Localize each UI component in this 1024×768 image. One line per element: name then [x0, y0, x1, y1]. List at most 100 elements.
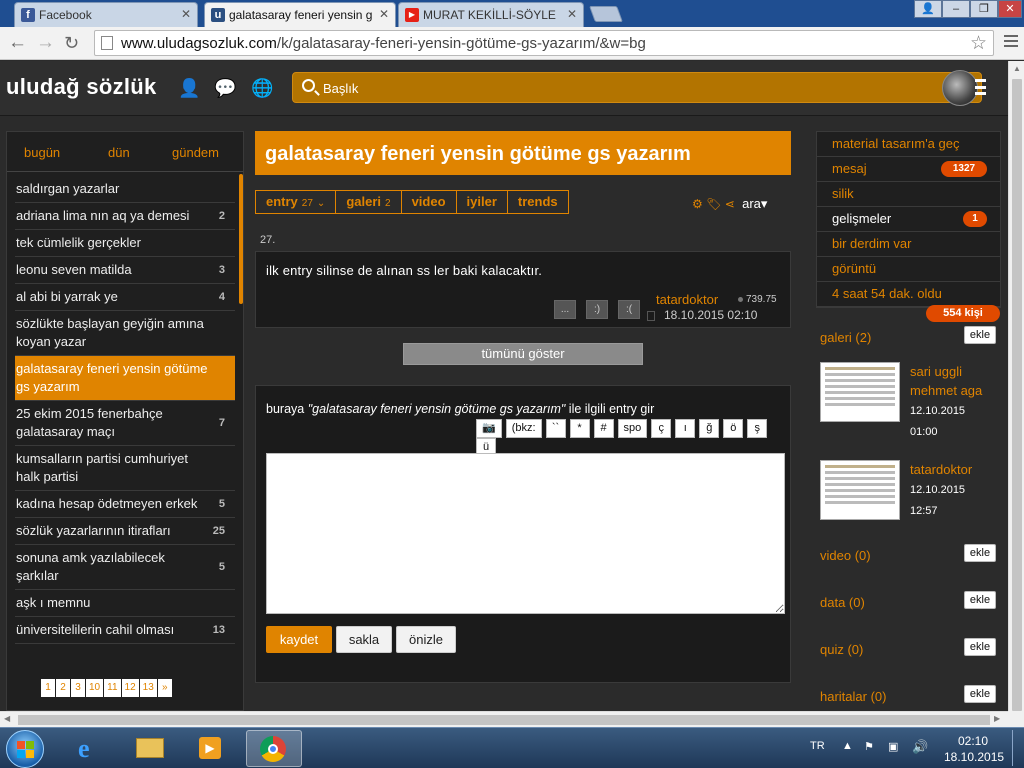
gallery-thumbnail[interactable]	[820, 362, 900, 422]
camera-icon[interactable]: 📷	[476, 419, 502, 438]
tab-dun[interactable]: dün	[108, 145, 130, 160]
tab-iyiler[interactable]: iyiler	[457, 191, 508, 213]
sakla-button[interactable]: sakla	[336, 626, 392, 653]
list-item[interactable]: kadına hesap ödetmeyen erkek 5	[15, 491, 235, 518]
page-link[interactable]: 1	[41, 679, 55, 697]
user-menu-item[interactable]: bir derdim var	[817, 232, 1000, 257]
entry-date[interactable]: 18.10.2015 02:10	[646, 308, 757, 322]
scrollbar-thumb[interactable]	[18, 715, 990, 725]
page-link[interactable]: 3	[71, 679, 85, 697]
user-icon[interactable]: 👤	[178, 78, 200, 99]
restore-button[interactable]: ❐	[970, 0, 998, 18]
user-menu-item[interactable]: mesaj 1327	[817, 157, 1000, 182]
entry-author[interactable]: tatardoktor	[656, 292, 718, 307]
language-indicator[interactable]: TR	[810, 740, 825, 752]
reaction-neutral-button[interactable]: ...	[554, 300, 576, 319]
tab-facebook[interactable]: f Facebook ✕	[14, 2, 198, 27]
format-button[interactable]: ş	[747, 419, 768, 438]
format-button[interactable]: ı	[675, 419, 696, 438]
list-item[interactable]: saldırgan yazarlar	[15, 176, 235, 203]
haritalar-heading[interactable]: haritalar (0)	[820, 689, 886, 704]
scroll-left-icon[interactable]: ◀	[4, 714, 10, 723]
tab-uludag[interactable]: u galatasaray feneri yensin g ✕	[204, 2, 396, 27]
internet-explorer-icon[interactable]: e	[62, 730, 118, 767]
user-menu-item[interactable]: material tasarım'a geç	[817, 132, 1000, 157]
format-button[interactable]: ğ	[699, 419, 720, 438]
format-button[interactable]: #	[593, 419, 614, 438]
reload-icon[interactable]: ↻	[64, 32, 79, 54]
tab-youtube[interactable]: ▶ MURAT KEKİLLİ-SÖYLE ✕	[398, 2, 584, 27]
kaydet-button[interactable]: kaydet	[266, 626, 332, 653]
close-icon[interactable]: ✕	[379, 7, 389, 21]
flag-icon[interactable]: ⚑	[864, 740, 874, 753]
page-vertical-scrollbar[interactable]: ▲	[1008, 61, 1024, 711]
clock-date[interactable]: 18.10.2015	[944, 750, 1004, 764]
page-link[interactable]: 12	[121, 679, 139, 697]
address-bar[interactable]: www.uludagsozluk.com/k/galatasaray-fener…	[94, 30, 994, 56]
back-icon[interactable]: ←	[8, 32, 27, 54]
ara-dropdown[interactable]: ara▾	[742, 196, 767, 211]
list-item[interactable]: üniversitelilerin cahil olması 13	[15, 617, 235, 644]
galeri-heading[interactable]: galeri (2)	[820, 330, 871, 345]
list-item[interactable]: 25 ekim 2015 fenerbahçe galatasaray maçı…	[15, 401, 235, 446]
page-link[interactable]: 10	[86, 679, 104, 697]
site-logo[interactable]: uludağ sözlük	[6, 74, 157, 100]
format-button[interactable]: spo	[617, 419, 648, 438]
format-button[interactable]: ö	[723, 419, 744, 438]
tab-video[interactable]: video	[402, 191, 457, 213]
media-player-icon[interactable]: ▶	[182, 730, 238, 767]
list-item[interactable]: galatasaray feneri yensin götüme gs yaza…	[15, 356, 235, 401]
list-item[interactable]: adriana lima nın aq ya demesi 2	[15, 203, 235, 230]
data-heading[interactable]: data (0)	[820, 595, 865, 610]
tab-bugun[interactable]: bugün	[24, 145, 60, 160]
forward-icon[interactable]: →	[36, 32, 55, 54]
video-add-button[interactable]: ekle	[964, 544, 996, 562]
format-button[interactable]: ``	[545, 419, 566, 438]
user-menu-item[interactable]: silik	[817, 182, 1000, 207]
close-icon[interactable]: ✕	[181, 7, 191, 21]
page-link[interactable]: 11	[104, 679, 121, 697]
share-icon[interactable]: ⋖	[725, 197, 735, 211]
left-scrollbar[interactable]	[239, 174, 243, 304]
chrome-icon[interactable]	[246, 730, 302, 767]
tab-galeri[interactable]: galeri 2	[336, 191, 402, 213]
gallery-item-name[interactable]: tatardoktor	[910, 460, 1000, 479]
quiz-heading[interactable]: quiz (0)	[820, 642, 863, 657]
settings-icon[interactable]: ⚙	[692, 197, 703, 211]
video-heading[interactable]: video (0)	[820, 548, 871, 563]
user-menu-item[interactable]: görüntü	[817, 257, 1000, 282]
messages-icon[interactable]: 💬	[214, 78, 236, 99]
globe-icon[interactable]: 🌐	[251, 78, 273, 99]
show-desktop-button[interactable]	[1012, 730, 1022, 766]
show-all-button[interactable]: tümünü göster	[403, 343, 643, 365]
user-menu-item[interactable]: gelişmeler 1	[817, 207, 1000, 232]
gallery-item-name[interactable]: sari uggli mehmet aga	[910, 362, 1000, 400]
page-link[interactable]: »	[157, 679, 172, 697]
page-link[interactable]: 2	[56, 679, 70, 697]
data-add-button[interactable]: ekle	[964, 591, 996, 609]
entry-textarea[interactable]	[266, 453, 785, 614]
scrollbar-thumb[interactable]	[1012, 79, 1022, 711]
close-window-button[interactable]: ✕	[998, 0, 1022, 18]
network-icon[interactable]: ▣	[888, 740, 898, 753]
format-button[interactable]: *	[569, 419, 590, 438]
haritalar-add-button[interactable]: ekle	[964, 685, 996, 703]
search-input[interactable]	[323, 79, 923, 97]
list-item[interactable]: sözlük yazarlarının itirafları 25	[15, 518, 235, 545]
profile-icon[interactable]: 👤	[914, 0, 942, 18]
gallery-thumbnail[interactable]	[820, 460, 900, 520]
tab-entry[interactable]: entry 27 ⌄	[256, 191, 337, 213]
list-item[interactable]: tek cümlelik gerçekler	[15, 230, 235, 257]
list-item[interactable]: aşk ı memnu	[15, 590, 235, 617]
list-item[interactable]: leonu seven matilda 3	[15, 257, 235, 284]
list-item[interactable]: sonuna amk yazılabilecek şarkılar 5	[15, 545, 235, 590]
menu-icon[interactable]	[975, 79, 986, 95]
scroll-up-icon[interactable]: ▲	[1013, 64, 1021, 73]
start-button[interactable]	[6, 730, 44, 768]
bookmark-star-icon[interactable]: ☆	[970, 32, 987, 55]
format-button[interactable]: ç	[651, 419, 672, 438]
quiz-add-button[interactable]: ekle	[964, 638, 996, 656]
scroll-right-icon[interactable]: ▶	[994, 714, 1000, 723]
tag-icon[interactable]: 🏷	[706, 197, 721, 211]
close-icon[interactable]: ✕	[567, 7, 577, 21]
